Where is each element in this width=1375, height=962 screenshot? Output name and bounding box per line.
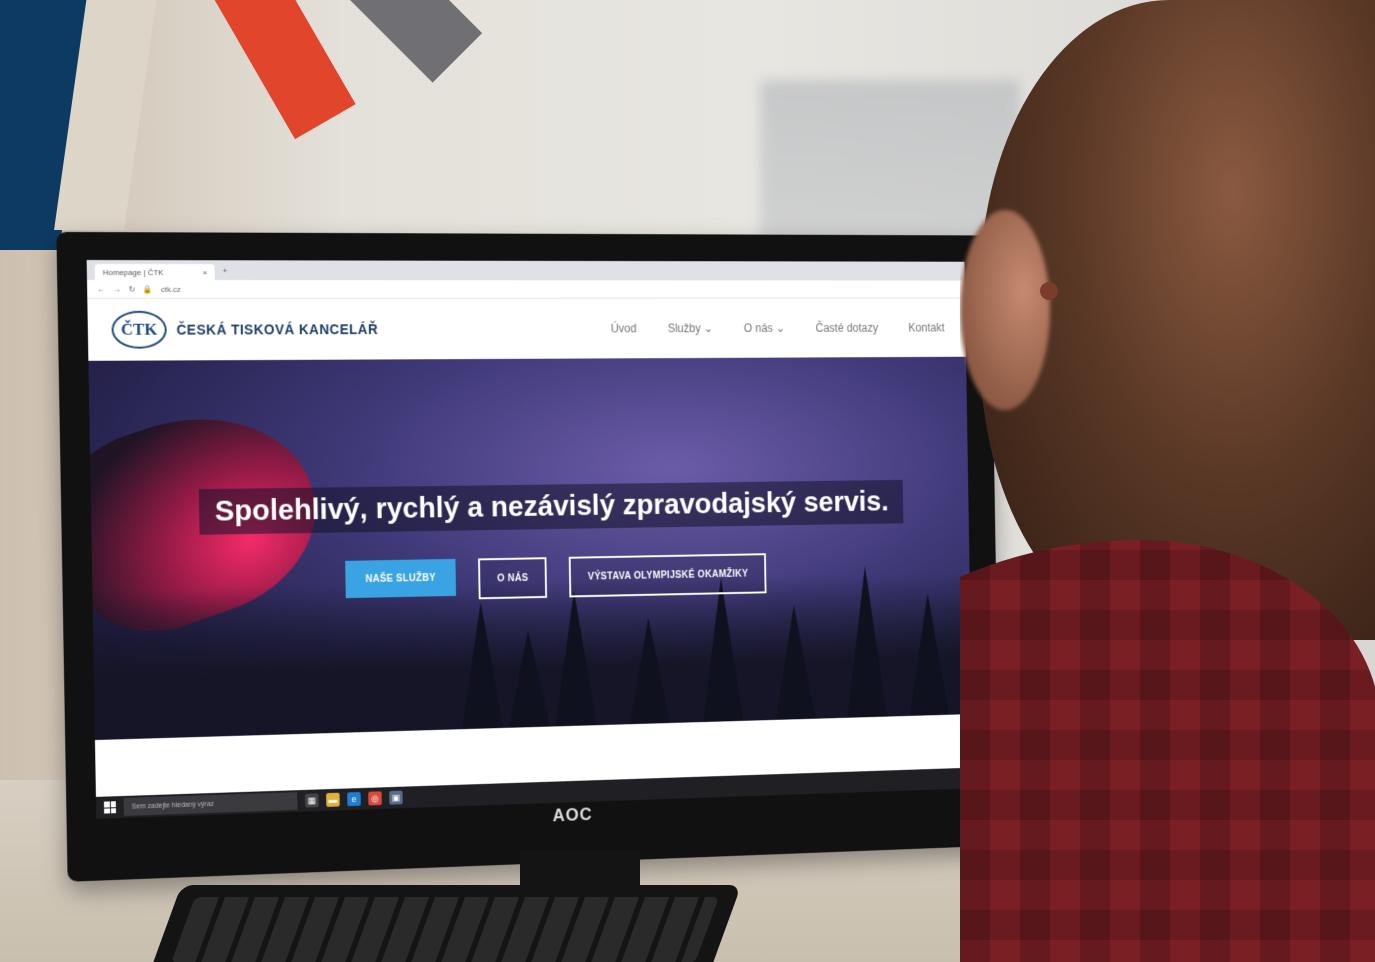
- site-header: ČTK ČESKÁ TISKOVÁ KANCELÁŘ Úvod Služby ⌄…: [87, 298, 967, 361]
- monitor: Homepage | ČTK × + ← → ↻ 🔒 ctk.cz ČTK ČE…: [56, 231, 1001, 882]
- plaid-shirt: [960, 540, 1375, 962]
- hero-banner: Spolehlivý, rychlý a nezávislý zpravodaj…: [88, 356, 972, 741]
- photo-scene: Homepage | ČTK × + ← → ↻ 🔒 ctk.cz ČTK ČE…: [0, 0, 1375, 962]
- o-nas-button[interactable]: O NÁS: [478, 557, 548, 600]
- back-icon[interactable]: ←: [97, 284, 105, 293]
- chrome-icon[interactable]: ◎: [368, 791, 382, 806]
- earring: [1040, 282, 1058, 300]
- windows-taskbar: Sem zadejte hledaný výraz ▦ ▬ e ◎ ▣: [95, 767, 974, 819]
- task-view-icon[interactable]: ▦: [304, 793, 319, 808]
- lock-icon: 🔒: [143, 284, 154, 294]
- tree: [459, 601, 504, 730]
- nav-item-caste-dotazy[interactable]: Časté dotazy: [815, 321, 878, 334]
- chevron-down-icon: ⌄: [775, 321, 786, 335]
- person-face-edge: [960, 210, 1050, 410]
- monitor-brand-logo: AOC: [552, 804, 593, 826]
- nav-item-sluzby[interactable]: Služby ⌄: [668, 322, 713, 336]
- forward-icon[interactable]: →: [113, 284, 121, 293]
- nav-item-uvod[interactable]: Úvod: [611, 322, 637, 336]
- browser-tab-title: Homepage | ČTK: [102, 267, 164, 277]
- nav-item-label: O nás: [743, 321, 773, 335]
- file-explorer-icon[interactable]: ▬: [326, 792, 340, 807]
- tree: [845, 565, 888, 718]
- edge-icon[interactable]: e: [347, 791, 361, 807]
- windows-start-icon[interactable]: [103, 801, 117, 814]
- keyboard-keys: [170, 897, 720, 962]
- nav-item-o-nas[interactable]: O nás ⌄: [744, 321, 785, 334]
- new-tab-icon[interactable]: +: [223, 266, 228, 275]
- tree: [773, 604, 816, 720]
- nav-item-label: Služby: [667, 321, 701, 336]
- keyboard: [148, 885, 742, 962]
- address-bar: ← → ↻ 🔒 ctk.cz: [86, 279, 966, 299]
- monitor-screen: Homepage | ČTK × + ← → ↻ 🔒 ctk.cz ČTK ČE…: [86, 260, 974, 819]
- tree: [507, 629, 551, 728]
- chevron-down-icon: ⌄: [703, 321, 714, 335]
- browser-tabbar: Homepage | ČTK × +: [86, 260, 965, 281]
- vystava-button[interactable]: VÝSTAVA OLYMPIJSKÉ OKAMŽIKY: [568, 553, 767, 598]
- tree: [700, 577, 744, 723]
- tree: [908, 592, 949, 716]
- main-nav: Úvod Služby ⌄ O nás ⌄ Časté dotazy Konta…: [611, 321, 945, 335]
- reload-icon[interactable]: ↻: [129, 284, 136, 293]
- ctk-logo-badge[interactable]: ČTK: [111, 310, 168, 349]
- taskbar-search-input[interactable]: Sem zadejte hledaný výraz: [123, 792, 298, 816]
- app-icon[interactable]: ▣: [389, 790, 403, 805]
- ctk-logo-text[interactable]: ČESKÁ TISKOVÁ KANCELÁŘ: [176, 321, 378, 337]
- nase-sluzby-button[interactable]: NAŠE SLUŽBY: [345, 558, 457, 599]
- tree: [628, 617, 671, 725]
- browser-tab[interactable]: Homepage | ČTK ×: [94, 264, 216, 281]
- address-input[interactable]: ctk.cz: [161, 284, 181, 293]
- tree: [553, 590, 597, 727]
- close-icon[interactable]: ×: [203, 268, 208, 277]
- nav-item-kontakt[interactable]: Kontakt: [908, 321, 944, 334]
- person-viewer: [960, 0, 1375, 962]
